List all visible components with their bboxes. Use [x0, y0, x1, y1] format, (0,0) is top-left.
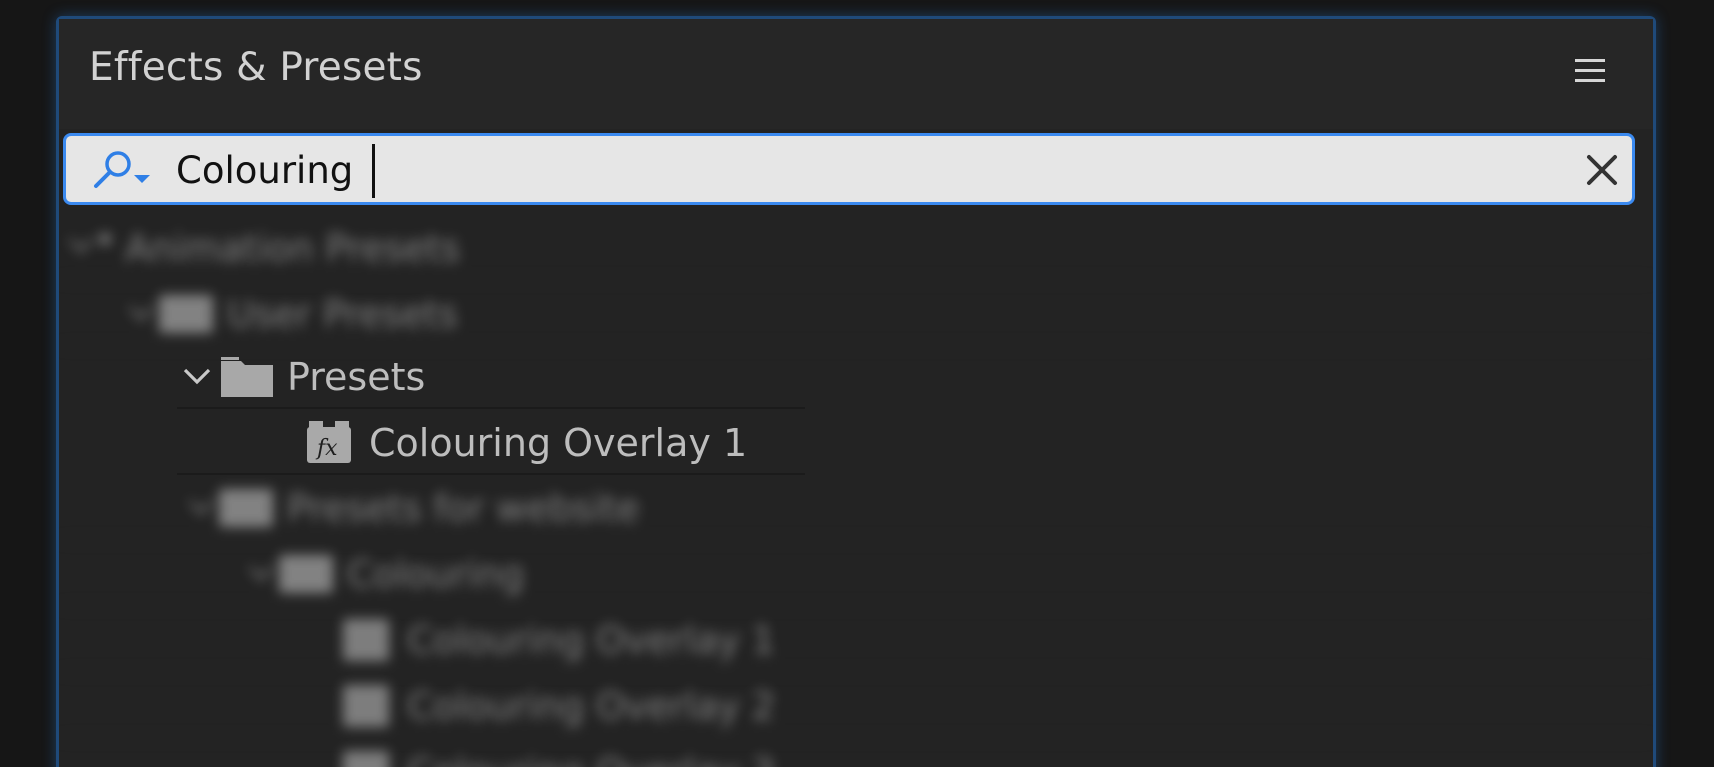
tree-row[interactable]: Colouring Overlay 3 [59, 739, 1653, 767]
fx-preset-icon: fx [305, 419, 353, 469]
search-input[interactable] [176, 144, 1506, 196]
tree-row[interactable]: User Presets [59, 281, 1653, 347]
tree-row[interactable]: Colouring [59, 541, 1653, 607]
tree-item-label: Colouring Overlay 2 [407, 685, 776, 728]
tree-row[interactable]: Animation Presets [59, 215, 1653, 281]
effects-presets-panel: Effects & Presets Colouring Animation Pr… [59, 19, 1653, 767]
chevron-down-icon[interactable] [67, 235, 95, 259]
tree-item-label: Animation Presets [125, 227, 461, 270]
tree-row[interactable]: Colouring Overlay 2 [59, 673, 1653, 739]
chevron-down-icon[interactable] [187, 497, 215, 521]
folder-icon [219, 489, 273, 527]
folder-icon [219, 355, 275, 403]
hamburger-menu-icon[interactable] [1574, 57, 1606, 85]
chevron-down-icon[interactable] [247, 563, 275, 587]
search-dropdown-icon[interactable] [90, 148, 160, 192]
tree-item-label: Colouring Overlay 3 [407, 751, 775, 767]
close-icon[interactable] [1586, 154, 1618, 186]
tree-item-label: Presets for website [287, 487, 640, 530]
app-screen: Effects & Presets Colouring Animation Pr… [0, 0, 1714, 767]
tree-item-label: Colouring Overlay 1 [407, 619, 776, 662]
folder-icon [279, 555, 333, 593]
search-box[interactable] [63, 133, 1635, 205]
tree-row[interactable]: Presets for website [59, 475, 1653, 541]
tree-item-label: Presets [287, 355, 426, 399]
tree-item-label: Colouring [347, 553, 525, 596]
svg-text:fx: fx [315, 436, 338, 461]
presets-tree: Animation Presets User Presets Presets f… [59, 215, 1653, 767]
fx-preset-icon [343, 751, 389, 767]
text-caret [372, 144, 375, 198]
tree-row-presets[interactable]: Presets [177, 343, 805, 409]
fx-preset-icon [343, 685, 389, 727]
panel-header: Effects & Presets [59, 19, 1653, 129]
chevron-down-icon[interactable] [181, 365, 213, 391]
animation-presets-icon [95, 229, 115, 253]
chevron-down-icon[interactable] [127, 303, 155, 327]
folder-icon [159, 295, 213, 333]
fx-preset-icon [343, 619, 389, 661]
tree-item-label: Colouring Overlay 1 [369, 421, 748, 465]
panel-title: Effects & Presets [89, 45, 423, 90]
tree-item-label: User Presets [227, 293, 458, 336]
tree-row[interactable]: Colouring Overlay 1 [59, 607, 1653, 673]
tree-row-colouring-overlay-1[interactable]: fx Colouring Overlay 1 [177, 409, 805, 475]
